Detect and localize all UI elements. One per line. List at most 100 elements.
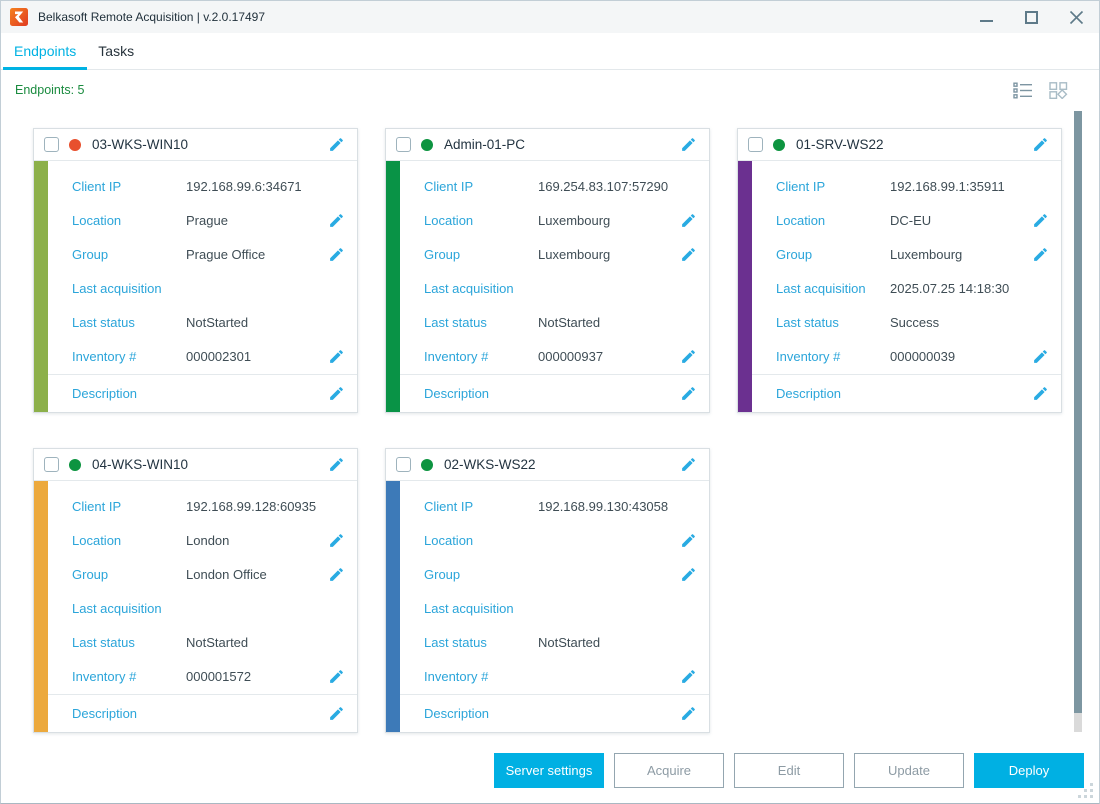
field-last-status: Last statusSuccess [752, 305, 1061, 339]
status-dot [69, 139, 81, 151]
edit-location-icon[interactable] [680, 532, 697, 549]
edit-location-icon[interactable] [680, 212, 697, 229]
edit-group-icon[interactable] [328, 246, 345, 263]
edit-group-icon[interactable] [680, 246, 697, 263]
endpoint-card: 04-WKS-WIN10 Client IP192.168.99.128:609… [33, 448, 358, 733]
tab-tasks[interactable]: Tasks [87, 33, 145, 69]
belkasoft-logo-icon [10, 8, 28, 26]
field-location: Location [400, 523, 709, 557]
field-inventory: Inventory #000000937 [400, 339, 709, 373]
card-header: 03-WKS-WIN10 [34, 129, 357, 161]
field-last-acquisition: Last acquisition [400, 591, 709, 625]
edit-description-icon[interactable] [328, 385, 345, 402]
field-inventory: Inventory #000000039 [752, 339, 1061, 373]
endpoint-name: 01-SRV-WS22 [796, 137, 884, 152]
endpoint-name: 03-WKS-WIN10 [92, 137, 188, 152]
field-location: LocationLuxembourg [400, 203, 709, 237]
card-color-stripe [34, 161, 48, 412]
card-header: 01-SRV-WS22 [738, 129, 1061, 161]
edit-location-icon[interactable] [1032, 212, 1049, 229]
field-group: GroupLondon Office [48, 557, 357, 591]
edit-location-icon[interactable] [328, 212, 345, 229]
edit-name-icon[interactable] [328, 456, 345, 473]
edit-description-icon[interactable] [680, 385, 697, 402]
edit-name-icon[interactable] [680, 456, 697, 473]
field-group: GroupPrague Office [48, 237, 357, 271]
status-dot [421, 459, 433, 471]
edit-name-icon[interactable] [328, 136, 345, 153]
deploy-button[interactable]: Deploy [974, 753, 1084, 788]
edit-name-icon[interactable] [680, 136, 697, 153]
window-title: Belkasoft Remote Acquisition | v.2.0.174… [38, 10, 265, 24]
field-inventory: Inventory # [400, 659, 709, 693]
card-color-stripe [386, 161, 400, 412]
endpoint-name: 02-WKS-WS22 [444, 457, 536, 472]
maximize-button[interactable] [1009, 1, 1054, 33]
field-description: Description [48, 374, 357, 412]
edit-inventory-icon[interactable] [328, 668, 345, 685]
endpoint-card: 01-SRV-WS22 Client IP192.168.99.1:35911 … [737, 128, 1062, 413]
footer-actions: Server settings Acquire Edit Update Depl… [494, 753, 1084, 788]
field-description: Description [400, 694, 709, 732]
endpoints-count: Endpoints: 5 [15, 83, 85, 97]
edit-description-icon[interactable] [328, 705, 345, 722]
status-dot [773, 139, 785, 151]
edit-inventory-icon[interactable] [680, 668, 697, 685]
field-last-status: Last statusNotStarted [48, 305, 357, 339]
endpoint-name: 04-WKS-WIN10 [92, 457, 188, 472]
field-client-ip: Client IP192.168.99.130:43058 [400, 489, 709, 523]
field-inventory: Inventory #000001572 [48, 659, 357, 693]
server-settings-button[interactable]: Server settings [494, 753, 604, 788]
field-last-acquisition: Last acquisition [48, 271, 357, 305]
update-button[interactable]: Update [854, 753, 964, 788]
close-icon [1069, 10, 1084, 25]
card-header: Admin-01-PC [386, 129, 709, 161]
title-bar: Belkasoft Remote Acquisition | v.2.0.174… [1, 1, 1099, 33]
edit-inventory-icon[interactable] [680, 348, 697, 365]
app-window: Belkasoft Remote Acquisition | v.2.0.174… [0, 0, 1100, 804]
resize-grip-icon[interactable] [1077, 782, 1093, 798]
edit-name-icon[interactable] [1032, 136, 1049, 153]
field-last-status: Last statusNotStarted [48, 625, 357, 659]
field-group: GroupLuxembourg [400, 237, 709, 271]
field-description: Description [752, 374, 1061, 412]
endpoint-checkbox[interactable] [748, 137, 763, 152]
scrollbar-track[interactable] [1074, 713, 1082, 732]
edit-group-icon[interactable] [1032, 246, 1049, 263]
scrollbar-thumb[interactable] [1074, 111, 1082, 713]
close-button[interactable] [1054, 1, 1099, 33]
edit-group-icon[interactable] [680, 566, 697, 583]
card-header: 02-WKS-WS22 [386, 449, 709, 481]
field-group: GroupLuxembourg [752, 237, 1061, 271]
field-location: LocationDC-EU [752, 203, 1061, 237]
endpoint-checkbox[interactable] [396, 137, 411, 152]
endpoint-checkbox[interactable] [44, 457, 59, 472]
edit-description-icon[interactable] [1032, 385, 1049, 402]
status-dot [421, 139, 433, 151]
tab-endpoints[interactable]: Endpoints [3, 33, 87, 69]
endpoint-checkbox[interactable] [396, 457, 411, 472]
edit-group-icon[interactable] [328, 566, 345, 583]
view-switcher [1013, 82, 1069, 99]
edit-button[interactable]: Edit [734, 753, 844, 788]
minimize-button[interactable] [964, 1, 1009, 33]
maximize-icon [1025, 11, 1038, 24]
edit-inventory-icon[interactable] [328, 348, 345, 365]
edit-description-icon[interactable] [680, 705, 697, 722]
acquire-button[interactable]: Acquire [614, 753, 724, 788]
field-location: LocationLondon [48, 523, 357, 557]
tab-strip: Endpoints Tasks [1, 33, 1099, 70]
endpoint-cards-grid: 03-WKS-WIN10 Client IP192.168.99.6:34671… [33, 128, 1062, 733]
edit-location-icon[interactable] [328, 532, 345, 549]
field-inventory: Inventory #000002301 [48, 339, 357, 373]
field-description: Description [400, 374, 709, 412]
edit-inventory-icon[interactable] [1032, 348, 1049, 365]
minimize-icon [980, 20, 993, 22]
endpoint-name: Admin-01-PC [444, 137, 525, 152]
card-color-stripe [386, 481, 400, 732]
field-last-acquisition: Last acquisition2025.07.25 14:18:30 [752, 271, 1061, 305]
status-dot [69, 459, 81, 471]
endpoint-checkbox[interactable] [44, 137, 59, 152]
grid-view-icon[interactable] [1049, 82, 1069, 99]
list-view-icon[interactable] [1013, 82, 1033, 99]
